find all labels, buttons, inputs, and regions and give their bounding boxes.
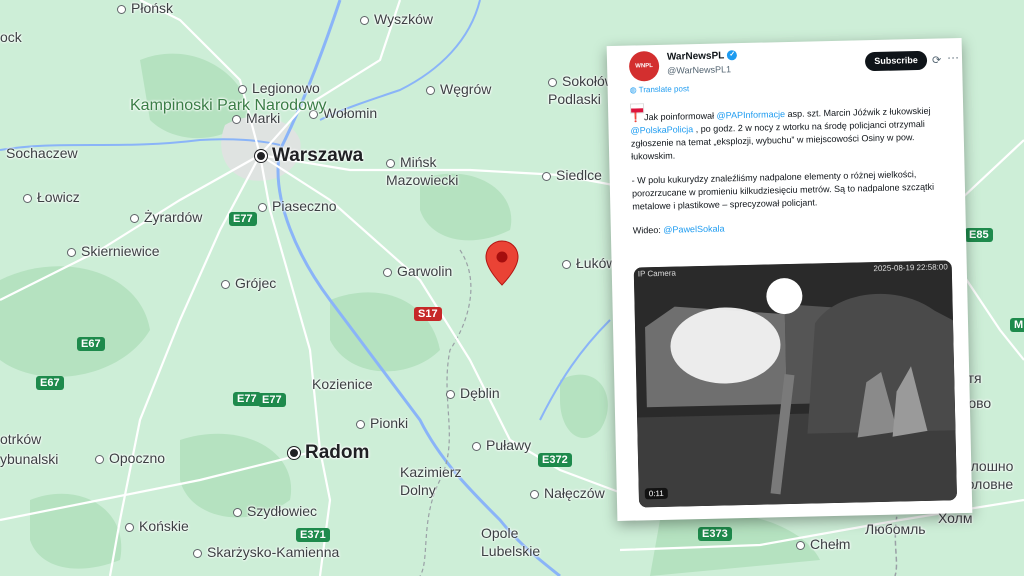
account-name[interactable]: WarNewsPL ✓ bbox=[667, 50, 738, 63]
park-label: Kampinoski Park Narodowy bbox=[130, 97, 327, 114]
place-marker-icon bbox=[472, 441, 481, 451]
city-marker-icon bbox=[288, 446, 300, 459]
verified-badge-icon: ✓ bbox=[727, 50, 738, 61]
city-marker-icon bbox=[255, 149, 267, 162]
place-label[interactable]: Chełm bbox=[796, 536, 850, 552]
place-label[interactable]: Skierniewice bbox=[67, 243, 160, 259]
place-label[interactable]: Warszawa bbox=[255, 145, 363, 167]
camera-label: IP Camera bbox=[637, 268, 677, 279]
place-label[interactable]: otrków bbox=[0, 431, 41, 447]
place-label[interactable]: Mińsk Mazowiecki bbox=[386, 153, 466, 189]
place-marker-icon bbox=[193, 548, 202, 558]
place-label[interactable]: Radom bbox=[288, 442, 369, 464]
place-label[interactable]: Żyrardów bbox=[130, 209, 202, 225]
place-label[interactable]: Grójec bbox=[221, 275, 276, 291]
place-label[interactable]: Kozienice bbox=[312, 376, 373, 392]
avatar[interactable]: WNPL bbox=[628, 50, 660, 82]
place-marker-icon bbox=[426, 85, 435, 95]
place-marker-icon bbox=[95, 454, 104, 464]
tweet-card: WNPL WarNewsPL ✓ @WarNewsPL1 Subscribe ⟳ … bbox=[606, 38, 973, 521]
place-label[interactable]: Skarżysko-Kamienna bbox=[193, 544, 339, 560]
place-marker-icon bbox=[238, 84, 247, 94]
camera-timestamp: 2025-08-19 22:58:00 bbox=[873, 262, 948, 274]
place-label[interactable]: Szydłowiec bbox=[233, 503, 317, 519]
place-marker-icon bbox=[232, 114, 241, 124]
place-label[interactable]: Wyszków bbox=[360, 11, 433, 27]
mention-link[interactable]: @PAPInformacje bbox=[716, 109, 785, 121]
place-marker-icon bbox=[221, 279, 230, 289]
place-label[interactable]: Legionowo bbox=[238, 80, 320, 96]
place-marker-icon bbox=[23, 193, 32, 203]
place-label[interactable]: Opoczno bbox=[95, 450, 165, 466]
place-marker-icon bbox=[383, 267, 392, 277]
tweet-paragraph: - W polu kukurydzy znaleźliśmy nadpalone… bbox=[631, 169, 935, 212]
place-label[interactable]: Sochaczew bbox=[6, 145, 78, 161]
place-label[interactable]: Любомль bbox=[865, 521, 926, 537]
place-marker-icon bbox=[233, 507, 242, 517]
place-label[interactable]: ock bbox=[0, 29, 22, 45]
place-label[interactable]: Nałęczów bbox=[530, 485, 605, 501]
place-marker-icon bbox=[360, 15, 369, 25]
place-label[interactable]: Pionki bbox=[356, 415, 408, 431]
place-label[interactable]: Dęblin bbox=[446, 385, 500, 401]
place-marker-icon bbox=[548, 77, 557, 87]
video-player[interactable]: IP Camera 2025-08-19 22:58:00 0:11 bbox=[633, 260, 958, 508]
place-marker-icon bbox=[67, 247, 76, 257]
place-label[interactable]: Piaseczno bbox=[258, 198, 337, 214]
place-marker-icon bbox=[130, 213, 139, 223]
road-shield: E67 bbox=[77, 337, 105, 351]
place-marker-icon bbox=[117, 4, 126, 14]
road-shield: E67 bbox=[36, 376, 64, 390]
place-label[interactable]: Kazimierz Dolny bbox=[400, 463, 480, 499]
place-marker-icon bbox=[356, 419, 365, 429]
place-marker-icon bbox=[530, 489, 539, 499]
location-pin-icon[interactable] bbox=[485, 240, 519, 286]
road-shield: E373 bbox=[698, 527, 732, 541]
place-label[interactable]: ybunalski bbox=[0, 451, 58, 467]
place-label[interactable]: Łuków bbox=[562, 255, 616, 271]
mention-link[interactable]: @PawelSokala bbox=[663, 223, 724, 234]
place-marker-icon bbox=[446, 389, 455, 399]
place-marker-icon bbox=[386, 158, 395, 168]
tweet-text: ❗ Jak poinformował @PAPInformacje asp. s… bbox=[630, 104, 951, 248]
place-label[interactable]: Siedlce bbox=[542, 167, 602, 183]
subscribe-button[interactable]: Subscribe bbox=[864, 50, 928, 72]
place-marker-icon bbox=[125, 522, 134, 532]
road-shield: E85 bbox=[965, 228, 993, 242]
globe-icon: ◍ bbox=[629, 85, 639, 95]
road-shield: E371 bbox=[296, 528, 330, 542]
grok-icon[interactable]: ⟳ bbox=[932, 54, 941, 67]
exclamation-icon: ❗ bbox=[630, 112, 642, 123]
road-shield: E77 bbox=[229, 212, 257, 226]
place-label[interactable]: Płońsk bbox=[117, 0, 173, 16]
place-marker-icon bbox=[258, 202, 267, 212]
place-label[interactable]: Końskie bbox=[125, 518, 189, 534]
place-marker-icon bbox=[562, 259, 571, 269]
place-marker-icon bbox=[542, 171, 551, 181]
account-handle[interactable]: @WarNewsPL1 bbox=[667, 64, 731, 75]
road-shield: E77 bbox=[233, 392, 261, 406]
mention-link[interactable]: @PolskaPolicja bbox=[630, 124, 693, 135]
place-marker-icon bbox=[796, 540, 805, 550]
place-label[interactable]: Łowicz bbox=[23, 189, 80, 205]
place-label[interactable]: Puławy bbox=[472, 437, 531, 453]
place-label[interactable]: Opole Lubelskie bbox=[481, 524, 561, 560]
place-label[interactable]: Garwolin bbox=[383, 263, 452, 279]
video-duration: 0:11 bbox=[644, 487, 668, 500]
more-options-icon[interactable]: ··· bbox=[947, 50, 959, 64]
road-shield: E372 bbox=[538, 453, 572, 467]
place-label[interactable]: Węgrów bbox=[426, 81, 491, 97]
translate-post-link[interactable]: ◍ Translate post bbox=[630, 84, 690, 94]
video-frame bbox=[633, 260, 958, 508]
road-shield: S17 bbox=[414, 307, 442, 321]
road-shield: E77 bbox=[258, 393, 286, 407]
road-shield: M bbox=[1010, 318, 1024, 332]
